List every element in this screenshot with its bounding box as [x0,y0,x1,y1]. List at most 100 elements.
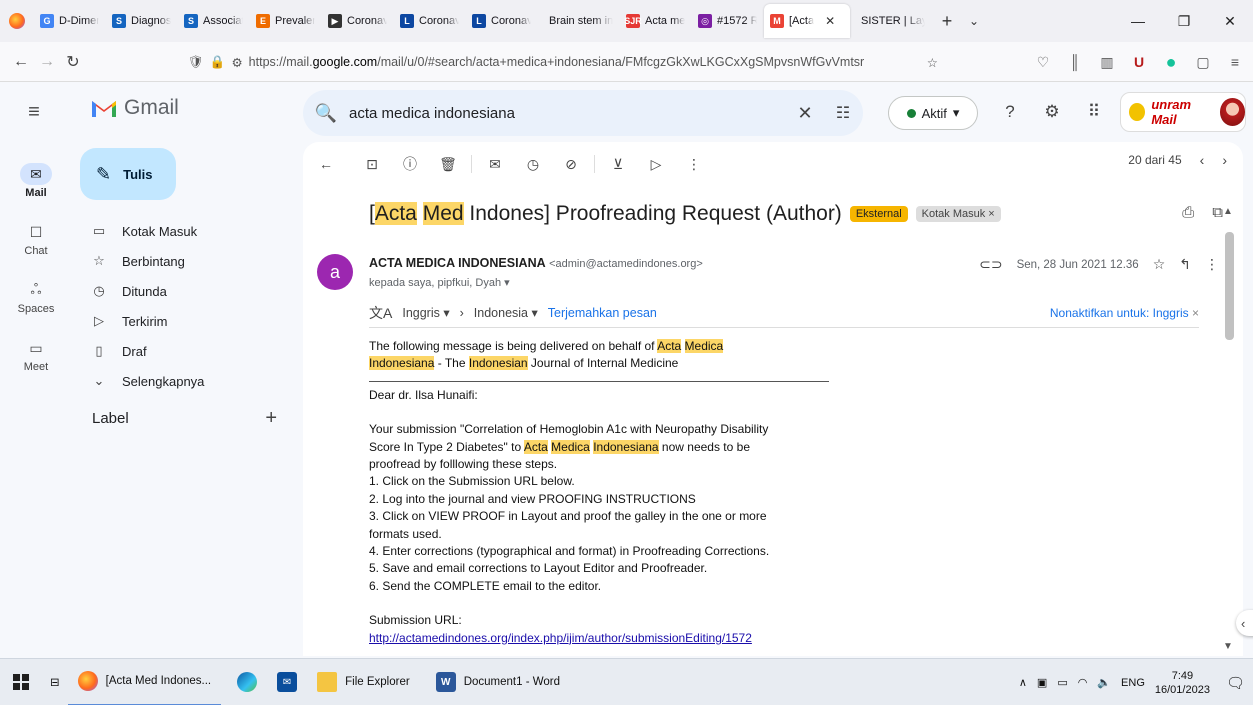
volume-icon[interactable]: 🔈 [1097,676,1111,689]
tray-overflow-icon[interactable]: ∧ [1019,676,1027,689]
move-to-icon[interactable]: ⊻ [603,149,633,179]
minimize-button[interactable]: — [1115,0,1161,42]
firefox-menu-icon[interactable] [0,0,34,42]
restore-button[interactable]: ❐ [1161,0,1207,42]
search-options-icon[interactable]: ☷ [823,103,863,123]
sidebar-item[interactable]: ▭ Kotak Masuk [80,216,290,246]
more-options-icon[interactable]: ⋮ [679,149,709,179]
body-step: 1. Click on the Submission URL below. [369,474,575,489]
close-tab-icon[interactable]: ✕ [825,14,835,28]
browser-tab[interactable]: L Coronav [466,0,538,42]
meet-now-icon[interactable]: ▣ [1037,676,1047,689]
main-menu-icon[interactable]: ≡ [22,100,46,124]
apps-grid-icon[interactable]: ⠿ [1080,98,1108,126]
gmail-logo[interactable]: Gmail [90,96,179,120]
new-tab-button[interactable]: + [932,11,962,32]
add-label-icon[interactable]: + [265,408,277,428]
status-dropdown[interactable]: Aktif ▾ [888,96,978,130]
reload-icon[interactable]: ↻ [60,48,86,76]
forward-icon[interactable]: → [34,48,60,76]
rail-item-mail[interactable]: ✉ Mail [0,152,72,210]
recipients-dropdown[interactable]: kepada saya, pipfkui, Dyah ▾ [369,276,510,289]
inbox-label-chip[interactable]: Kotak Masuk × [915,206,1001,222]
back-icon[interactable]: ← [8,48,34,76]
browser-tab[interactable]: S Associati [178,0,250,42]
permissions-icon[interactable]: ⚙ [231,55,242,70]
browser-tab[interactable]: SJR Acta me [620,0,692,42]
grammarly-icon[interactable]: ● [1159,50,1183,74]
browser-tab[interactable]: L Coronav [394,0,466,42]
sidebar-item[interactable]: ⌄ Selengkapnya [80,366,290,396]
older-icon[interactable]: › [1222,152,1227,168]
compose-button[interactable]: ✎ Tulis [80,148,176,200]
taskbar-item[interactable]: [Acta Med Indones... [67,659,222,705]
mark-unread-icon[interactable]: ✉ [480,149,510,179]
taskbar-item[interactable] [227,659,267,705]
search-input[interactable] [349,104,787,122]
lock-icon[interactable]: 🔒 [210,55,226,70]
newer-icon[interactable]: ‹ [1200,152,1205,168]
sidebar-item[interactable]: ▷ Terkirim [80,306,290,336]
settings-gear-icon[interactable]: ⚙ [1038,98,1066,126]
browser-tab[interactable]: ▶ Coronav [322,0,394,42]
taskbar-item[interactable]: File Explorer [307,659,420,705]
help-icon[interactable]: ? [996,98,1024,126]
list-all-tabs-icon[interactable]: ⌄ [962,14,986,28]
browser-tab[interactable]: Brain stem in [538,0,620,42]
add-task-icon[interactable]: ⊘ [556,149,586,179]
report-spam-icon[interactable]: ⓘ [395,149,425,179]
archive-icon[interactable]: ⊡ [357,149,387,179]
extension-icon[interactable]: U [1127,50,1151,74]
browser-tab[interactable]: S Diagnost [106,0,178,42]
sidebar-item[interactable]: ▯ Draf [80,336,290,366]
scroll-down-icon[interactable]: ▼ [1223,641,1233,652]
sidebar-icon[interactable]: ▥ [1095,50,1119,74]
snooze-icon[interactable]: ◷ [518,149,548,179]
back-to-list-icon[interactable]: ← [311,149,341,179]
shield-icon[interactable]: 🛡 [188,55,204,70]
browser-tab[interactable]: ◎ #1572 Re [692,0,764,42]
browser-tab[interactable]: E Prevalen [250,0,322,42]
search-icon[interactable]: 🔍 [303,103,349,124]
pocket-icon[interactable]: ♡ [1031,50,1055,74]
notifications-icon[interactable]: 🗨 [1226,674,1245,692]
print-icon[interactable]: ⎙ [1182,204,1194,221]
clock[interactable]: 7:49 16/01/2023 [1155,669,1210,697]
disable-translate-link[interactable]: Nonaktifkan untuk: Inggris × [1050,306,1199,320]
scroll-up-icon[interactable]: ▲ [1223,206,1233,217]
label-icon[interactable]: ▷ [641,149,671,179]
wifi-icon[interactable]: ◠ [1078,676,1088,689]
star-icon[interactable]: ☆ [1153,256,1166,273]
library-icon[interactable]: ║ [1063,50,1087,74]
scrollbar[interactable]: ▲ ▼ [1222,206,1236,654]
translate-from-select[interactable]: Inggris ▾ [402,305,449,320]
windows-start-icon[interactable] [0,659,42,705]
more-actions-icon[interactable]: ⋮ [1205,256,1219,273]
account-switcher[interactable]: unram Mail [1120,92,1246,132]
rail-item-chat[interactable]: ☐ Chat [0,210,72,268]
task-view-icon[interactable]: ⊟ [42,659,68,705]
reply-icon[interactable]: ↰ [1179,256,1191,273]
bookmark-star-icon[interactable]: ☆ [927,55,938,70]
battery-icon[interactable]: ▭ [1057,676,1067,689]
sidebar-item[interactable]: ☆ Berbintang [80,246,290,276]
sidebar-item[interactable]: ◷ Ditunda [80,276,290,306]
address-bar[interactable]: 🛡 🔒 ⚙ https://mail.google.com/mail/u/0/#… [188,48,938,76]
input-language[interactable]: ENG [1121,677,1145,689]
browser-tab[interactable]: G D-Dimer [34,0,106,42]
submission-url-link[interactable]: http://actamedindones.org/index.php/ijim… [369,631,752,645]
taskbar-item[interactable]: ✉ [267,659,307,705]
scroll-thumb[interactable] [1225,232,1234,340]
browser-tab[interactable]: SISTER | Laya [850,0,932,42]
taskbar-item[interactable]: W Document1 - Word [426,659,570,705]
app-menu-icon[interactable]: ≡ [1223,50,1247,74]
browser-tab[interactable]: M [Acta ✕ [764,4,850,38]
rail-item-spaces[interactable]: ஃ Spaces [0,268,72,326]
reader-icon[interactable]: ▢ [1191,50,1215,74]
rail-item-meet[interactable]: ▭ Meet [0,326,72,384]
close-window-button[interactable]: ✕ [1207,0,1253,42]
clear-search-icon[interactable]: ✕ [787,103,823,124]
delete-icon[interactable]: 🗑 [433,149,463,179]
translate-to-select[interactable]: Indonesia ▾ [474,305,538,320]
translate-message-link[interactable]: Terjemahkan pesan [548,306,657,320]
